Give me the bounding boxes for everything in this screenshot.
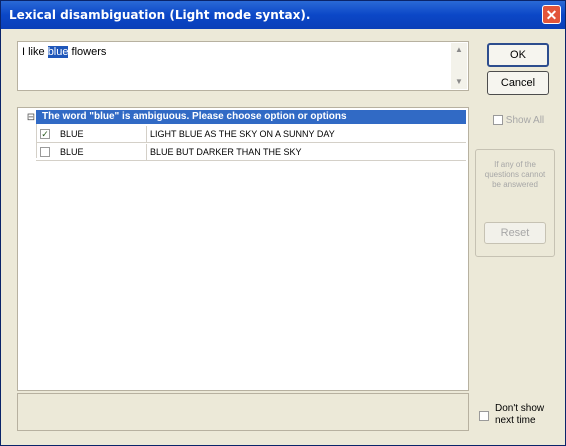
reset-button[interactable]: Reset <box>484 222 546 244</box>
sentence-before: I like <box>22 46 48 58</box>
dont-show-checkbox-box[interactable] <box>479 411 489 421</box>
option-1-checkbox[interactable]: ✓ <box>40 129 50 139</box>
show-all-checkbox[interactable]: Show All <box>493 115 544 126</box>
unanswered-note: If any of the questions cannot be answer… <box>484 160 546 189</box>
sentence-box[interactable]: I like blue flowers ▲ ▼ <box>17 41 469 91</box>
dialog-window: Lexical disambiguation (Light mode synta… <box>0 0 566 446</box>
option-1-description: LIGHT BLUE AS THE SKY ON A SUNNY DAY <box>150 129 335 139</box>
scroll-up-icon[interactable]: ▲ <box>451 43 467 57</box>
sentence-after: flowers <box>68 46 107 58</box>
options-panel: ⊟ The word "blue" is ambiguous. Please c… <box>17 107 469 391</box>
option-2-checkbox[interactable] <box>40 147 50 157</box>
option-row-1[interactable]: ✓ BLUE LIGHT BLUE AS THE SKY ON A SUNNY … <box>36 126 466 143</box>
option-row-2[interactable]: BLUE BLUE BUT DARKER THAN THE SKY <box>36 144 466 161</box>
close-icon: ✕ <box>545 7 558 23</box>
show-all-label: Show All <box>505 115 545 126</box>
ambiguity-header: The word "blue" is ambiguous. Please cho… <box>36 110 466 124</box>
sentence-text: I like blue flowers <box>22 46 106 58</box>
sentence-scrollbar[interactable]: ▲ ▼ <box>451 43 467 89</box>
footer-panel <box>17 393 469 431</box>
ok-button[interactable]: OK <box>487 43 549 67</box>
option-2-description: BLUE BUT DARKER THAN THE SKY <box>150 147 302 157</box>
window-title: Lexical disambiguation (Light mode synta… <box>9 8 311 22</box>
show-all-checkbox-box[interactable] <box>493 115 503 126</box>
dont-show-label: Don't show next time <box>495 403 545 426</box>
option-1-word: BLUE <box>60 129 84 139</box>
option-2-word: BLUE <box>60 147 84 157</box>
title-bar[interactable]: Lexical disambiguation (Light mode synta… <box>1 1 565 29</box>
column-divider <box>146 126 147 143</box>
column-divider <box>146 144 147 161</box>
scroll-down-icon[interactable]: ▼ <box>451 75 467 89</box>
cancel-button[interactable]: Cancel <box>487 71 549 95</box>
close-button[interactable]: ✕ <box>542 5 561 24</box>
highlighted-word: blue <box>47 46 69 58</box>
unanswered-group: If any of the questions cannot be answer… <box>475 149 555 257</box>
